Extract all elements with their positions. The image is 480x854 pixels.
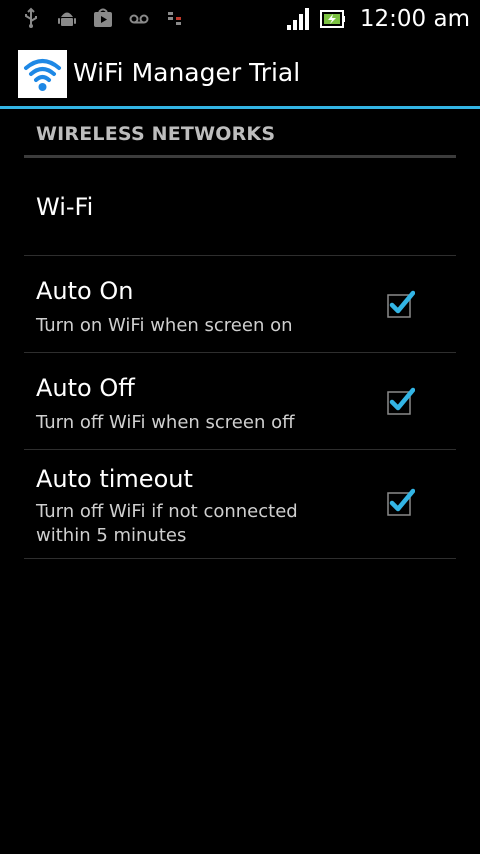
battery-charging-icon: [319, 10, 345, 28]
android-debug-icon: [58, 12, 76, 26]
wifi-app-icon[interactable]: [18, 50, 67, 98]
usb-icon: [25, 7, 37, 28]
section-header-label: WIRELESS NETWORKS: [36, 123, 276, 145]
pref-title: Auto Off: [36, 374, 135, 402]
data-transfer-icon: [168, 12, 181, 25]
play-store-icon: [94, 8, 112, 27]
pref-title: Auto On: [36, 277, 134, 305]
app-title: WiFi Manager Trial: [73, 58, 301, 87]
pref-wifi[interactable]: Wi-Fi: [24, 158, 456, 256]
notification-icons: [20, 7, 186, 29]
pref-summary: Turn off WiFi when screen off: [36, 412, 295, 433]
pref-title: Wi-Fi: [36, 193, 94, 221]
pref-title: Auto timeout: [36, 465, 193, 493]
status-bar: 12:00 am: [0, 0, 480, 38]
pref-summary: Turn off WiFi if not connected within 5 …: [36, 501, 298, 546]
clock: 12:00 am: [359, 6, 470, 32]
signal-icon: [286, 8, 309, 30]
pref-auto-off[interactable]: Auto Off Turn off WiFi when screen off: [24, 353, 456, 450]
auto-off-checkbox[interactable]: [387, 387, 415, 415]
system-status: 12:00 am: [286, 4, 470, 34]
auto-on-checkbox[interactable]: [387, 290, 415, 318]
pref-auto-on[interactable]: Auto On Turn on WiFi when screen on: [24, 256, 456, 353]
app-bar: WiFi Manager Trial: [0, 38, 480, 106]
pref-summary: Turn on WiFi when screen on: [36, 315, 293, 336]
preference-list: WIRELESS NETWORKS Wi-Fi Auto On Turn on …: [24, 109, 456, 559]
pref-auto-timeout[interactable]: Auto timeout Turn off WiFi if not connec…: [24, 450, 456, 559]
auto-timeout-checkbox[interactable]: [387, 488, 415, 516]
section-header: WIRELESS NETWORKS: [24, 109, 456, 158]
voicemail-icon: [129, 14, 149, 24]
